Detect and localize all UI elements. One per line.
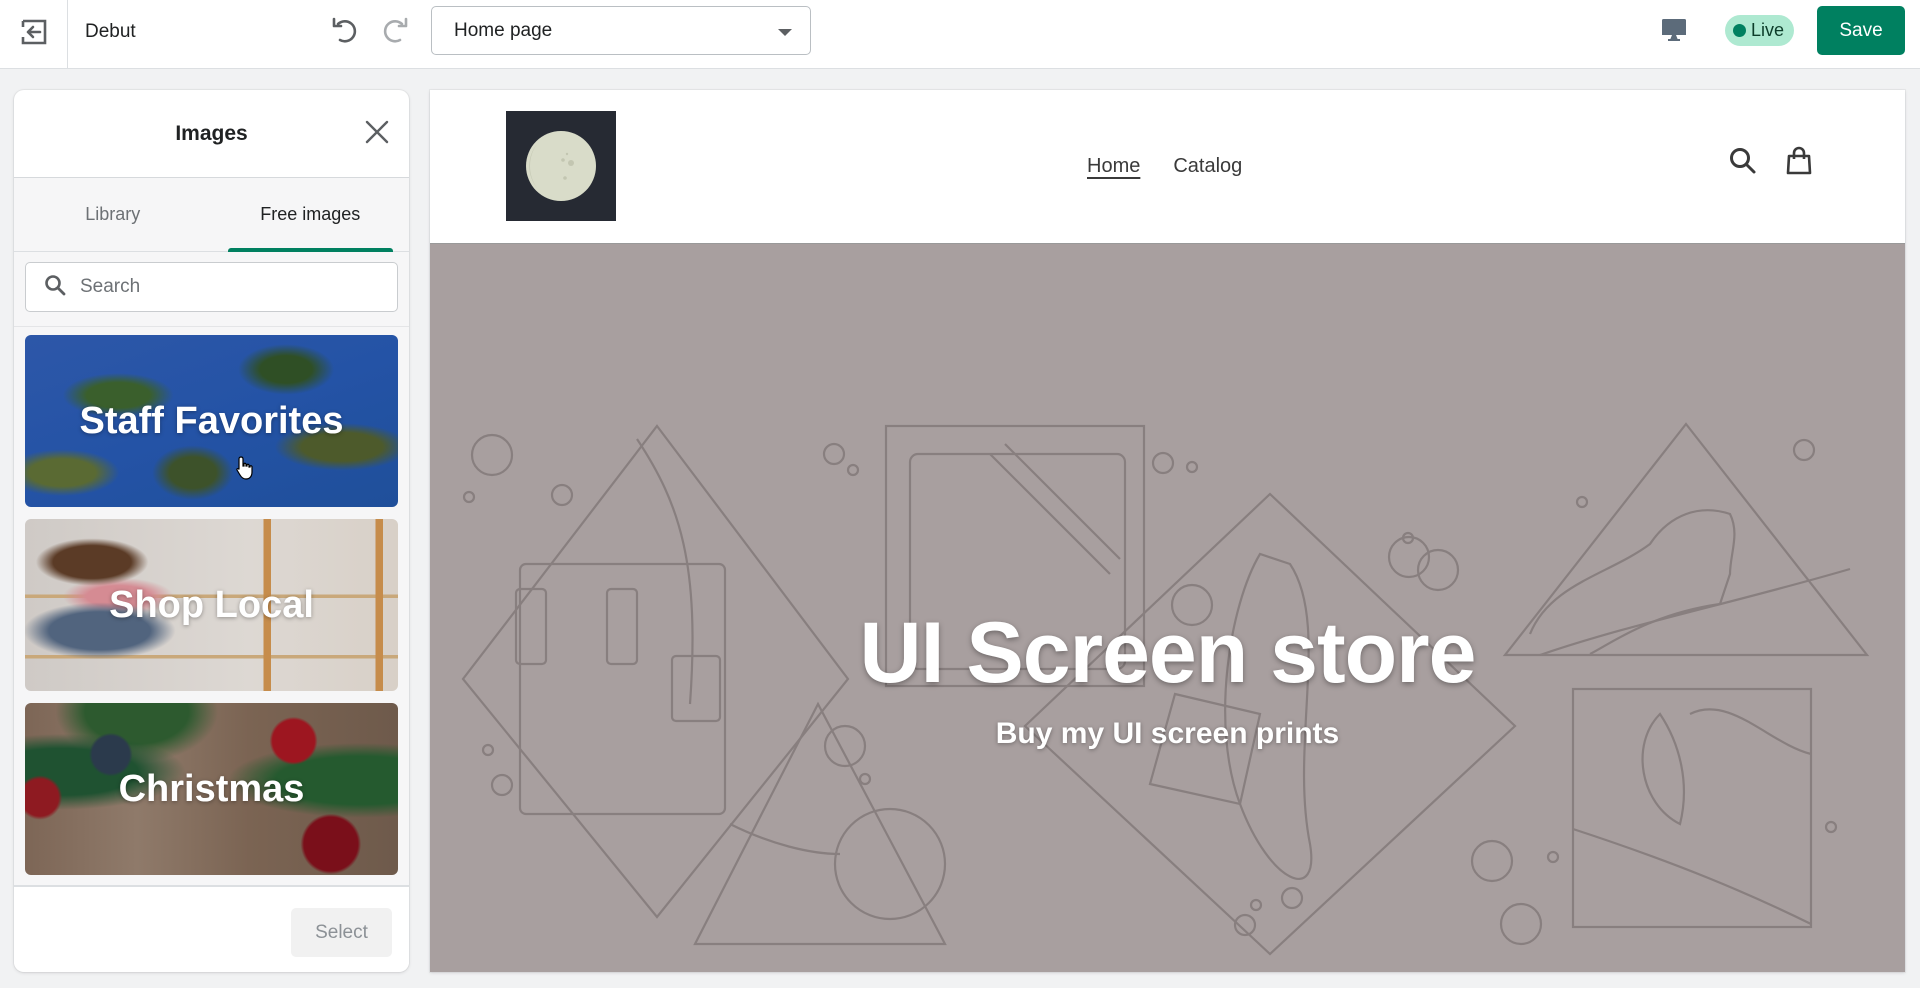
tab-library[interactable]: Library: [14, 178, 212, 251]
store-nav-home[interactable]: Home: [1087, 155, 1140, 178]
undo-button[interactable]: [325, 12, 365, 52]
store-nav-catalog[interactable]: Catalog: [1173, 155, 1242, 178]
collection-label: Christmas: [118, 767, 305, 810]
images-panel: Images Library Free images Staff Favorit…: [14, 90, 409, 972]
collection-label: Shop Local: [109, 583, 314, 626]
store-preview: Home Catalog UI Screen store Buy my UI s…: [430, 90, 1905, 972]
hero-subtitle: Buy my UI screen prints: [995, 717, 1340, 750]
panel-header: Images: [14, 90, 409, 178]
device-preview-button[interactable]: [1654, 12, 1694, 52]
page-select-value: Home page: [454, 19, 553, 41]
store-logo[interactable]: [506, 111, 616, 221]
collection-label: Staff Favorites: [79, 399, 344, 442]
search-input[interactable]: [80, 276, 360, 298]
desktop-icon: [1660, 16, 1688, 49]
tab-free-images[interactable]: Free images: [212, 178, 410, 252]
collection-card-christmas[interactable]: Christmas: [25, 703, 398, 875]
shopping-bag-icon[interactable]: [1784, 146, 1814, 176]
theme-name: Debut: [85, 21, 136, 42]
tab-free-images-label: Free images: [260, 204, 361, 224]
save-button[interactable]: Save: [1817, 6, 1905, 55]
search-field[interactable]: [25, 262, 398, 312]
hero-text: UI Screen store Buy my UI screen prints: [430, 604, 1905, 751]
exit-arrow-icon: [19, 17, 49, 52]
panel-footer: Select: [14, 887, 409, 970]
redo-icon: [380, 15, 410, 50]
close-icon: [364, 119, 390, 150]
store-header-icons: [1728, 146, 1814, 176]
search-icon: [44, 274, 66, 301]
redo-button[interactable]: [375, 12, 415, 52]
tab-library-label: Library: [85, 204, 141, 224]
store-nav: Home Catalog: [1087, 90, 1242, 243]
exit-button[interactable]: [0, 0, 68, 68]
collection-card-shop-local[interactable]: Shop Local: [25, 519, 398, 691]
hero-banner: UI Screen store Buy my UI screen prints: [430, 243, 1905, 972]
chevron-down-icon: [778, 29, 792, 36]
image-source-tabs: Library Free images: [14, 178, 409, 252]
status-badge-label: Live: [1751, 20, 1785, 40]
collection-card-staff-favorites[interactable]: Staff Favorites: [25, 335, 398, 507]
collection-list: Staff Favorites Shop Local Christmas: [14, 327, 409, 887]
status-badge: Live: [1725, 15, 1795, 46]
top-bar: Debut Home page Live Save: [0, 0, 1920, 69]
undo-icon: [330, 15, 360, 50]
select-button[interactable]: Select: [291, 908, 392, 957]
status-dot-icon: [1733, 24, 1746, 37]
page-select[interactable]: Home page: [431, 6, 811, 55]
moon-logo-icon: [526, 131, 596, 201]
panel-title: Images: [175, 121, 248, 145]
search-icon[interactable]: [1728, 146, 1758, 176]
search-area: [14, 252, 409, 327]
store-header: Home Catalog: [430, 90, 1905, 243]
hero-title: UI Screen store: [859, 605, 1477, 701]
close-button[interactable]: [359, 116, 395, 152]
